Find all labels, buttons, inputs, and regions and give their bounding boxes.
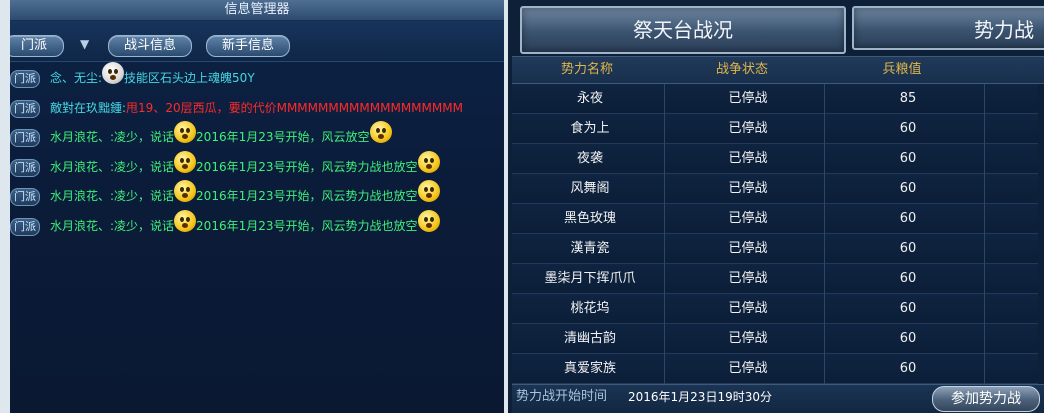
emoji-face-icon (417, 150, 440, 173)
chat-message-content: 念、无尘: 技能区石头边上魂魄50Y (50, 61, 255, 90)
emoji-face-icon (174, 179, 197, 202)
footer-bar: 势力战开始时间 2016年1月23日19时30分 参加势力战 (512, 384, 1044, 413)
chat-panel-title: 信息管理器 (10, 0, 504, 21)
column-divider (984, 84, 985, 384)
channel-badge[interactable]: 门派 (10, 70, 40, 88)
join-faction-war-button[interactable]: 参加势力战 (932, 386, 1040, 412)
table-header: 势力名称 战争状态 兵粮值 (512, 56, 1044, 84)
emoji-face-icon (102, 61, 125, 84)
start-time-label: 势力战开始时间 (516, 389, 608, 404)
table-row[interactable]: 清幽古韵 已停战 60 (512, 324, 1038, 354)
war-status-cell: 已停战 (728, 361, 768, 376)
table-row[interactable]: 食为上 已停战 60 (512, 114, 1038, 144)
chat-text: 甩19、20层西瓜，要的代价MMMMMMMMMMMMMMMMMM (126, 101, 463, 115)
war-status-cell: 已停战 (728, 331, 768, 346)
chat-text: 水月浪花、:凌少，说话 (50, 189, 175, 203)
tab-newbie-info[interactable]: 新手信息 (206, 35, 290, 57)
chat-message-content: 水月浪花、:凌少，说话 2016年1月23号开始，风云势力战也放空 (50, 179, 440, 208)
emoji-face-icon (417, 179, 440, 202)
provisions-cell: 60 (899, 181, 917, 196)
start-time-value: 2016年1月23日19时30分 (628, 390, 772, 404)
chat-message-content: 水月浪花、:凌少，说话 2016年1月23号开始，风云势力战也放空 (50, 209, 440, 238)
chat-text: 2016年1月23号开始，风云放空 (196, 130, 370, 144)
provisions-cell: 60 (899, 271, 917, 286)
chat-message-content: 敵對在玖黜鍾:甩19、20层西瓜，要的代价MMMMMMMMMMMMMMMMMM (50, 96, 463, 120)
table-row[interactable]: 黑色玫瑰 已停战 60 (512, 204, 1038, 234)
column-header-provisions: 兵粮值 (882, 62, 922, 77)
war-status-cell: 已停战 (728, 91, 768, 106)
channel-badge[interactable]: 门派 (10, 129, 40, 147)
emoji-face-icon (174, 209, 197, 232)
column-divider (824, 84, 825, 384)
war-status-cell: 已停战 (728, 271, 768, 286)
table-row[interactable]: 墨柒月下挥爪爪 已停战 60 (512, 264, 1038, 294)
table-row[interactable]: 真爱家族 已停战 60 (512, 354, 1038, 384)
provisions-cell: 60 (899, 331, 917, 346)
chat-tab-bar: 门派 ▼ 战斗信息 新手信息 (10, 21, 504, 62)
tab-guild-channel[interactable]: 门派 (10, 35, 64, 57)
chat-text: 敵對在玖黜鍾: (50, 101, 127, 115)
provisions-cell: 85 (899, 91, 917, 106)
chat-text: 技能区石头边上魂魄50Y (124, 71, 255, 85)
table-row[interactable]: 夜袭 已停战 60 (512, 144, 1038, 174)
chat-text: 水月浪花、:凌少，说话 (50, 219, 175, 233)
faction-name-cell: 漢青瓷 (570, 241, 610, 256)
emoji-face-icon (417, 209, 440, 232)
war-status-cell: 已停战 (728, 181, 768, 196)
war-status-cell: 已停战 (728, 121, 768, 136)
faction-name-cell: 食为上 (570, 121, 610, 136)
chat-text: 水月浪花、:凌少，说话 (50, 160, 175, 174)
war-status-cell: 已停战 (728, 151, 768, 166)
column-header-war-status: 战争状态 (715, 62, 768, 77)
tab-faction-war[interactable]: 势力战 (852, 6, 1044, 50)
chat-panel: 信息管理器 门派 ▼ 战斗信息 新手信息 门派 念、无尘: 技能区石头边上魂魄50Y… (10, 0, 504, 413)
chat-text: 2016年1月23号开始，风云势力战也放空 (196, 189, 418, 203)
emoji-face-icon (174, 120, 197, 143)
tab-battle-info[interactable]: 战斗信息 (108, 35, 192, 57)
table-row[interactable]: 永夜 已停战 85 (512, 84, 1038, 114)
column-divider (664, 84, 665, 384)
faction-name-cell: 黑色玫瑰 (563, 211, 616, 226)
provisions-cell: 60 (899, 121, 917, 136)
channel-badge[interactable]: 门派 (10, 100, 40, 118)
column-header-faction-name: 势力名称 (560, 62, 613, 77)
faction-name-cell: 清幽古韵 (563, 331, 616, 346)
table-row[interactable]: 风舞阁 已停战 60 (512, 174, 1038, 204)
faction-name-cell: 风舞阁 (570, 181, 610, 196)
chat-text: 水月浪花、:凌少，说话 (50, 130, 175, 144)
chat-text: 念、无尘: (50, 71, 103, 85)
faction-name-cell: 墨柒月下挥爪爪 (544, 271, 636, 286)
faction-name-cell: 永夜 (576, 91, 603, 106)
faction-name-cell: 真爱家族 (563, 361, 616, 376)
chat-text: 2016年1月23号开始，风云势力战也放空 (196, 160, 418, 174)
emoji-face-icon (369, 120, 392, 143)
table-row[interactable]: 桃花坞 已停战 60 (512, 294, 1038, 324)
provisions-cell: 60 (899, 211, 917, 226)
provisions-cell: 60 (899, 241, 917, 256)
provisions-cell: 60 (899, 361, 917, 376)
faction-name-cell: 桃花坞 (570, 301, 610, 316)
war-status-cell: 已停战 (728, 301, 768, 316)
battle-status-panel: 祭天台战况 势力战 势力名称 战争状态 兵粮值 永夜 已停战 85 食为上 已停战 60 夜… (508, 0, 1044, 413)
chevron-down-icon[interactable]: ▼ (80, 37, 89, 51)
war-status-cell: 已停战 (728, 211, 768, 226)
provisions-cell: 60 (899, 301, 917, 316)
emoji-face-icon (174, 150, 197, 173)
channel-badge[interactable]: 门派 (10, 218, 40, 236)
faction-name-cell: 夜袭 (576, 151, 603, 166)
chat-text: 2016年1月23号开始，风云势力战也放空 (196, 219, 418, 233)
table-row[interactable]: 漢青瓷 已停战 60 (512, 234, 1038, 264)
chat-message-content: 水月浪花、:凌少，说话 2016年1月23号开始，风云放空 (50, 120, 392, 149)
channel-badge[interactable]: 门派 (10, 188, 40, 206)
tab-altar-battle-status[interactable]: 祭天台战况 (520, 6, 846, 54)
war-status-cell: 已停战 (728, 241, 768, 256)
channel-badge[interactable]: 门派 (10, 159, 40, 177)
provisions-cell: 60 (899, 151, 917, 166)
chat-message-content: 水月浪花、:凌少，说话 2016年1月23号开始，风云势力战也放空 (50, 150, 440, 179)
